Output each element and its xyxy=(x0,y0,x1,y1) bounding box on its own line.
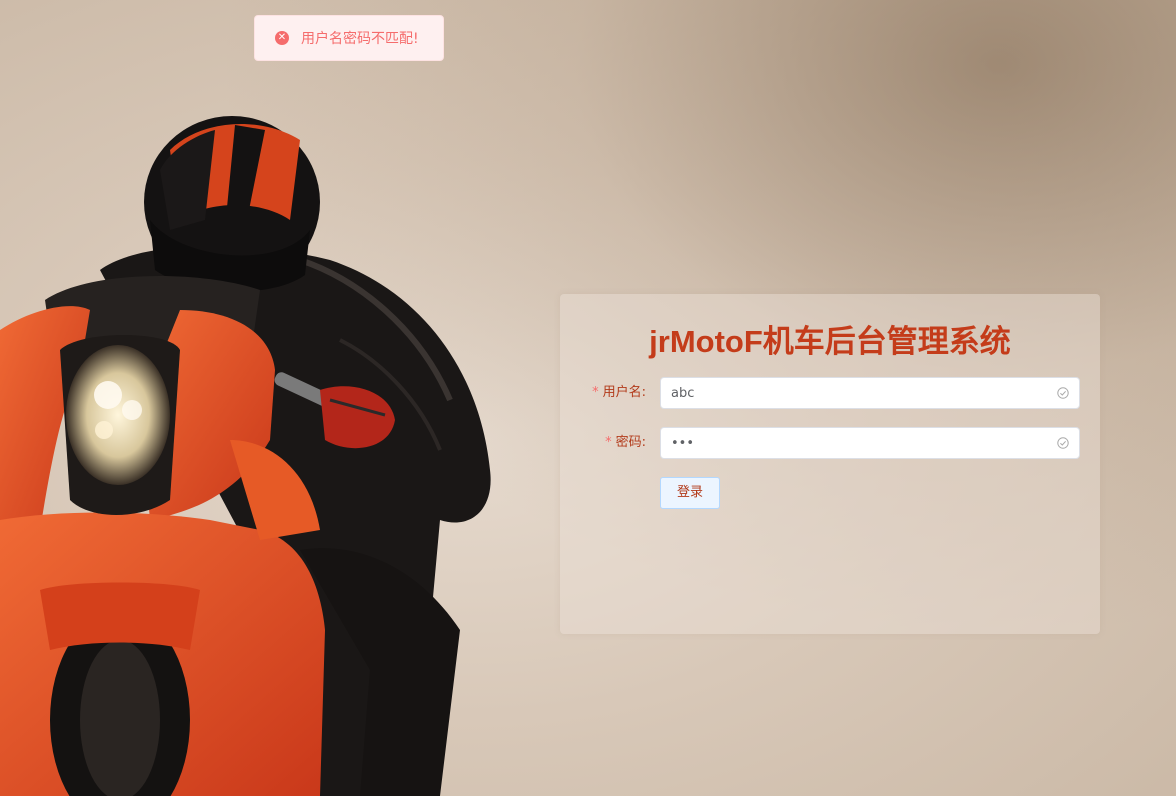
password-row: * 密码: xyxy=(560,427,1100,459)
login-panel: jrMotoF机车后台管理系统 *用户名: *密码: 登录 xyxy=(560,294,1100,634)
password-field[interactable] xyxy=(660,427,1080,459)
login-button[interactable]: 登录 xyxy=(660,477,720,509)
login-page: ✕ 用户名密码不匹配! jrMotoF机车后台管理系统 *用户名: *密码: xyxy=(0,0,1176,796)
required-mark: * xyxy=(605,435,612,450)
rider-motorcycle-image xyxy=(0,116,491,796)
page-title: jrMotoF机车后台管理系统 xyxy=(649,324,1011,359)
username-label: * 用户名: xyxy=(560,377,646,409)
username-input[interactable] xyxy=(661,378,1051,408)
error-circle-icon: ✕ xyxy=(275,31,289,45)
check-circle-icon xyxy=(1057,387,1069,399)
username-row: * 用户名: xyxy=(560,377,1100,409)
error-toast: ✕ 用户名密码不匹配! xyxy=(254,15,444,61)
required-mark: * xyxy=(592,385,599,400)
password-label: * 密码: xyxy=(560,427,646,459)
password-label-text: 密码: xyxy=(615,435,646,450)
username-label-text: 用户名: xyxy=(602,385,646,400)
check-circle-icon xyxy=(1057,437,1069,449)
toast-message: 用户名密码不匹配! xyxy=(301,31,419,47)
username-field[interactable] xyxy=(660,377,1080,409)
password-input[interactable] xyxy=(661,428,1051,458)
